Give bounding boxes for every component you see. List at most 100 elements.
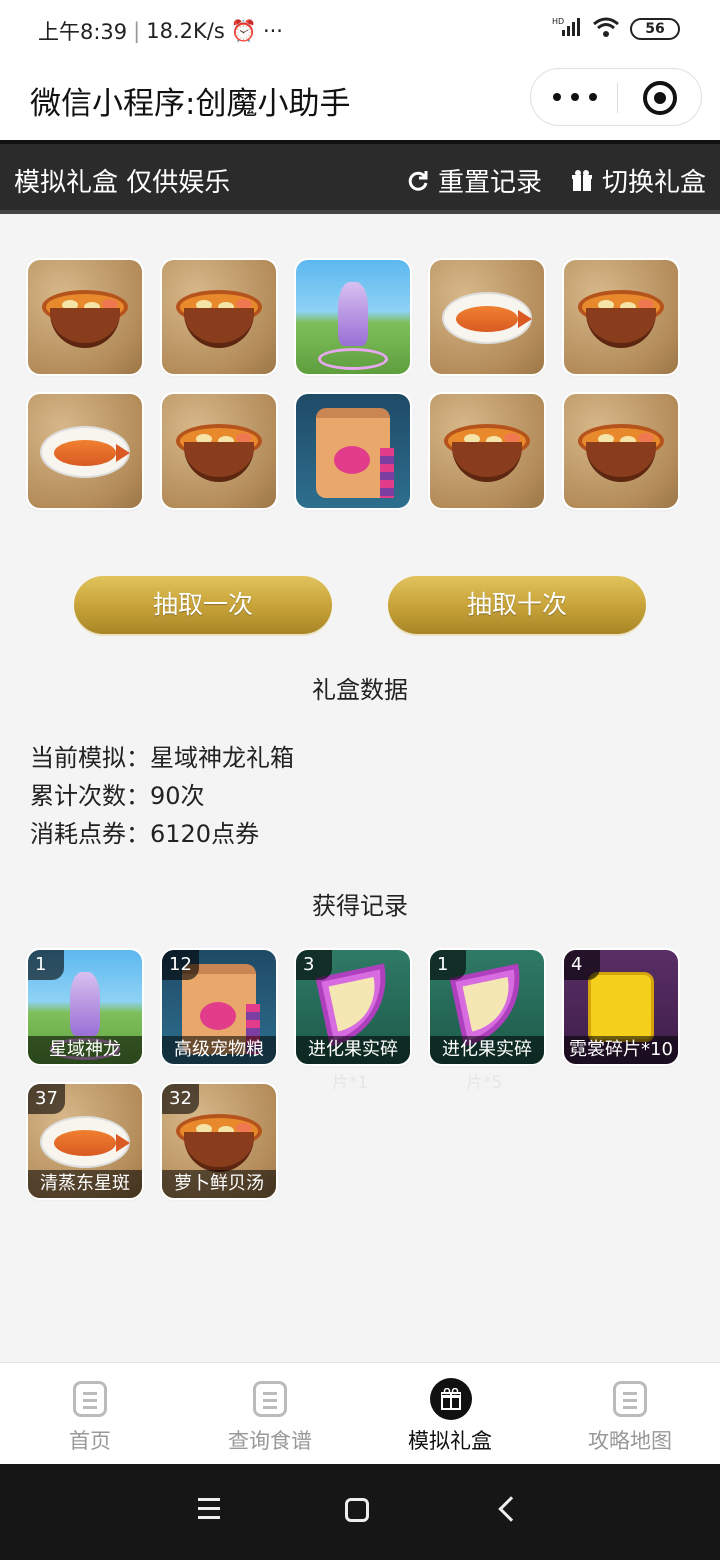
status-separator: | xyxy=(133,19,141,43)
draw-result-grid xyxy=(28,260,692,508)
soup-bowl-icon xyxy=(42,290,128,352)
current-box-row: 当前模拟：星域神龙礼箱 xyxy=(30,738,294,773)
alarm-icon: ⏰ xyxy=(230,18,257,43)
soup-bowl-icon xyxy=(578,290,664,352)
result-tile xyxy=(296,394,410,508)
result-tile xyxy=(430,394,544,508)
result-tile xyxy=(162,394,276,508)
stats-title: 礼盒数据 xyxy=(312,676,408,704)
record-tile: 3 进化果实碎 xyxy=(296,950,410,1064)
tab-home-label: 首页 xyxy=(69,1429,111,1453)
shirt-icon xyxy=(588,972,654,1042)
record-tile: 37 清蒸东星斑 xyxy=(28,1084,142,1198)
draw-count-value: 90次 xyxy=(150,782,205,810)
soup-bowl-icon xyxy=(176,424,262,486)
record-item: 12 高级宠物粮 xyxy=(162,950,276,1064)
header-actions: 重置记录 切换礼盒 xyxy=(406,162,706,199)
home-icon[interactable] xyxy=(345,1498,369,1522)
steamed-fish-icon xyxy=(442,292,532,344)
document-icon xyxy=(253,1381,287,1417)
draw-ten-button[interactable]: 抽取十次 xyxy=(388,576,646,634)
tab-recipes[interactable]: 查询食谱 xyxy=(180,1363,360,1465)
magic-ring-icon xyxy=(318,348,388,370)
reset-record-label: 重置记录 xyxy=(437,168,542,198)
record-name: 高级宠物粮 xyxy=(162,1036,276,1064)
steamed-fish-icon xyxy=(40,1116,130,1168)
record-count: 4 xyxy=(564,950,600,980)
battery-indicator: 56 xyxy=(630,18,680,40)
switch-box-button[interactable]: 切换礼盒 xyxy=(570,162,706,199)
tab-gift-box[interactable]: 模拟礼盒 xyxy=(360,1363,540,1465)
record-item: 4 霓裳碎片*10 xyxy=(564,950,678,1064)
bottom-tab-bar: 首页 查询食谱 模拟礼盒 攻略地图 xyxy=(0,1362,720,1464)
svg-text:HD: HD xyxy=(552,17,564,26)
record-item: 3 进化果实碎片*1 xyxy=(296,950,410,1093)
page-title: 微信小程序:创魔小助手 xyxy=(30,86,351,122)
record-item: 32 萝卜鲜贝汤 xyxy=(162,1084,276,1198)
record-name: 进化果实碎 xyxy=(296,1036,410,1064)
status-right: HD 56 xyxy=(552,16,680,42)
gift-icon xyxy=(430,1378,472,1420)
record-count: 1 xyxy=(28,950,64,980)
more-icon[interactable] xyxy=(553,87,597,107)
tab-map[interactable]: 攻略地图 xyxy=(540,1363,720,1465)
record-tile: 12 高级宠物粮 xyxy=(162,950,276,1064)
current-box-label: 当前模拟： xyxy=(30,744,150,772)
switch-box-label: 切换礼盒 xyxy=(601,168,706,198)
document-icon xyxy=(613,1381,647,1417)
header-title: 模拟礼盒 仅供娱乐 xyxy=(14,168,231,198)
result-tile xyxy=(564,394,678,508)
star-dragon-icon xyxy=(70,972,100,1036)
soup-bowl-icon xyxy=(176,1114,262,1176)
record-count: 37 xyxy=(28,1084,65,1114)
record-item: 37 清蒸东星斑 xyxy=(28,1084,142,1198)
record-tile: 32 萝卜鲜贝汤 xyxy=(162,1084,276,1198)
result-tile xyxy=(162,260,276,374)
record-count: 3 xyxy=(296,950,332,980)
more-dots-icon: ··· xyxy=(262,19,283,43)
back-icon[interactable] xyxy=(498,1496,524,1522)
reset-record-button[interactable]: 重置记录 xyxy=(406,162,542,199)
draw-count-label: 累计次数： xyxy=(30,782,150,810)
close-miniprogram-icon[interactable] xyxy=(643,81,677,115)
capsule-divider xyxy=(617,83,618,113)
result-tile xyxy=(430,260,544,374)
record-item: 1 星域神龙 xyxy=(28,950,142,1064)
status-bar: 上午8:39 | 18.2K/s ⏰ ··· HD 56 xyxy=(0,0,720,60)
gift-box-header: 模拟礼盒 仅供娱乐 重置记录 切换礼盒 xyxy=(0,140,720,214)
draw-count-row: 累计次数：90次 xyxy=(30,776,205,811)
record-name: 进化果实碎 xyxy=(430,1036,544,1064)
status-speed: 18.2K/s xyxy=(146,19,225,43)
system-nav-bar xyxy=(0,1464,720,1560)
document-icon xyxy=(73,1381,107,1417)
cost-label: 消耗点券： xyxy=(30,820,150,848)
tab-gift-box-label: 模拟礼盒 xyxy=(408,1429,492,1453)
draw-once-button[interactable]: 抽取一次 xyxy=(74,576,332,634)
result-tile xyxy=(28,394,142,508)
tab-home[interactable]: 首页 xyxy=(0,1363,180,1465)
record-name-overflow: 片*1 xyxy=(332,1073,369,1093)
record-tile: 1 进化果实碎 xyxy=(430,950,544,1064)
tab-recipes-label: 查询食谱 xyxy=(228,1429,312,1453)
wifi-icon xyxy=(592,16,620,42)
record-name: 萝卜鲜贝汤 xyxy=(162,1170,276,1198)
result-tile xyxy=(296,260,410,374)
records-title: 获得记录 xyxy=(312,892,408,920)
steamed-fish-icon xyxy=(40,426,130,478)
soup-bowl-icon xyxy=(578,424,664,486)
star-dragon-icon xyxy=(338,282,368,346)
record-name: 霓裳碎片*10 xyxy=(564,1036,678,1064)
record-count: 32 xyxy=(162,1084,199,1114)
pet-food-bag-icon xyxy=(316,408,394,498)
gift-icon xyxy=(571,169,592,191)
record-tile: 1 星域神龙 xyxy=(28,950,142,1064)
result-tile xyxy=(28,260,142,374)
tab-map-label: 攻略地图 xyxy=(588,1429,672,1453)
menu-icon[interactable] xyxy=(198,1498,220,1501)
record-name: 星域神龙 xyxy=(28,1036,142,1064)
record-tile: 4 霓裳碎片*10 xyxy=(564,950,678,1064)
record-name-overflow: 片*5 xyxy=(466,1073,503,1093)
current-box-value: 星域神龙礼箱 xyxy=(150,744,294,772)
status-left: 上午8:39 | 18.2K/s ⏰ ··· xyxy=(38,16,283,46)
signal-icon: HD xyxy=(552,16,582,42)
